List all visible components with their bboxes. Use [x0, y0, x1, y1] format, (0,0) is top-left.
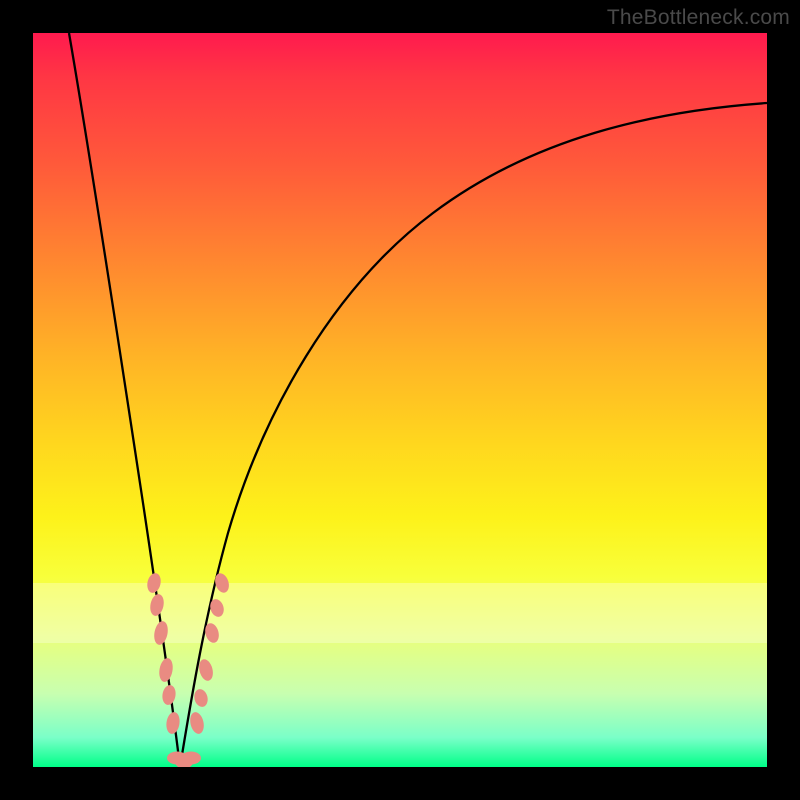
marker — [161, 684, 177, 706]
left-branch — [69, 33, 180, 767]
marker-group — [145, 571, 231, 767]
marker — [145, 572, 162, 594]
marker — [165, 711, 181, 735]
right-branch — [180, 103, 767, 767]
marker — [158, 657, 175, 683]
marker — [213, 571, 232, 594]
bottleneck-curve — [33, 33, 767, 767]
marker — [152, 620, 169, 646]
marker — [148, 593, 165, 617]
marker — [181, 752, 201, 765]
marker — [197, 658, 215, 683]
marker — [188, 711, 206, 735]
marker — [193, 688, 210, 709]
watermark: TheBottleneck.com — [607, 6, 790, 30]
chart-frame: TheBottleneck.com — [0, 0, 800, 800]
